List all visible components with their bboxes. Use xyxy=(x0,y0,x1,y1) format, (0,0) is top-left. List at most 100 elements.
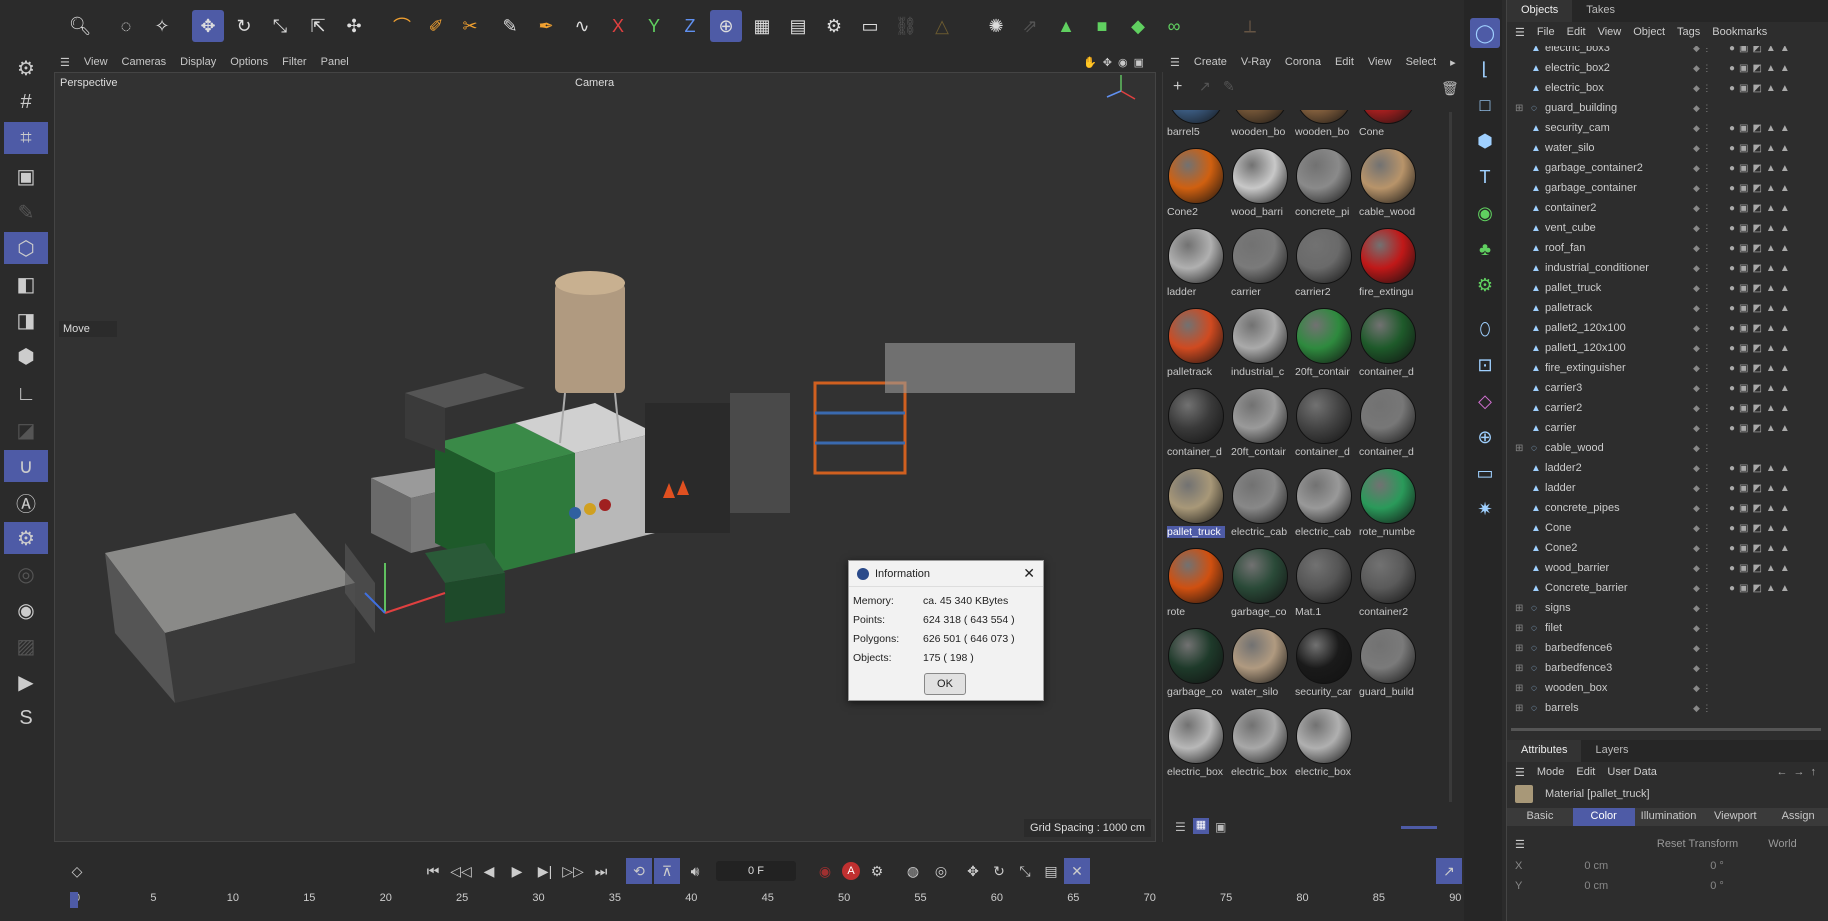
object-row[interactable]: ▲ security_cam ◆ ⋮ ●▣◩▲▲ xyxy=(1507,118,1828,138)
menu-vray[interactable]: V-Ray xyxy=(1241,56,1271,68)
object-row[interactable]: ▲ fire_extinguisher ◆ ⋮ ●▣◩▲▲ xyxy=(1507,358,1828,378)
transform-tool-icon[interactable]: ⇱ xyxy=(302,10,334,42)
subtab-assign[interactable]: Assign xyxy=(1768,808,1828,826)
material-tile[interactable]: electric_box xyxy=(1295,708,1353,788)
visibility-dots-icon[interactable]: ◆ ⋮ xyxy=(1693,343,1711,354)
material-tile[interactable]: container2 xyxy=(1359,548,1417,628)
3d-viewport[interactable]: Perspective Camera Move Grid Spacing : 1… xyxy=(54,72,1156,842)
object-row[interactable]: ▲ roof_fan ◆ ⋮ ●▣◩▲▲ xyxy=(1507,238,1828,258)
tags-icon[interactable]: ●▣◩▲▲ xyxy=(1729,243,1794,254)
horizontal-scrollbar[interactable] xyxy=(1511,728,1821,731)
visibility-dots-icon[interactable]: ◆ ⋮ xyxy=(1693,423,1711,434)
material-tile[interactable]: electric_box xyxy=(1231,708,1289,788)
grid-snap-icon[interactable]: ⌗ xyxy=(4,122,48,154)
tags-icon[interactable]: ●▣◩▲▲ xyxy=(1729,383,1794,394)
menu-edit[interactable]: Edit xyxy=(1335,56,1354,68)
script-icon[interactable]: S xyxy=(4,702,48,734)
material-tile[interactable]: Cone2 xyxy=(1167,148,1225,228)
edges-mode-icon[interactable]: ◨ xyxy=(4,304,48,336)
object-row[interactable]: ▲ Concrete_barrier ◆ ⋮ ●▣◩▲▲ xyxy=(1507,578,1828,598)
visibility-dots-icon[interactable]: ◆ ⋮ xyxy=(1693,63,1711,74)
material-tile[interactable]: container_d xyxy=(1359,388,1417,468)
spline-smooth-icon[interactable]: ∿ xyxy=(566,10,598,42)
material-tile[interactable]: Mat.1 xyxy=(1295,548,1353,628)
z-axis-icon[interactable]: Z xyxy=(674,10,706,42)
tags-icon[interactable]: ●▣◩▲▲ xyxy=(1729,523,1794,534)
tags-icon[interactable]: ●▣◩▲▲ xyxy=(1729,223,1794,234)
reset-transform-button[interactable]: Reset Transform xyxy=(1657,838,1738,850)
cloner-icon[interactable]: ♣ xyxy=(1470,234,1500,264)
visibility-dots-icon[interactable]: ◆ ⋮ xyxy=(1693,263,1711,274)
knife-tool-icon[interactable]: ✂ xyxy=(454,10,486,42)
subtab-basic[interactable]: Basic xyxy=(1507,808,1573,826)
warning-icon[interactable]: △ xyxy=(926,10,958,42)
material-tile[interactable]: rote_numbe xyxy=(1359,468,1417,548)
menu-view[interactable]: View xyxy=(1368,56,1392,68)
visibility-dots-icon[interactable]: ◆ ⋮ xyxy=(1693,243,1711,254)
object-row[interactable]: ▲ carrier ◆ ⋮ ●▣◩▲▲ xyxy=(1507,418,1828,438)
menu-corona[interactable]: Corona xyxy=(1285,56,1321,68)
render-picture-viewer-icon[interactable]: ▤ xyxy=(782,10,814,42)
square-icon[interactable]: □ xyxy=(1470,90,1500,120)
rotate-tool-icon[interactable]: ↻ xyxy=(228,10,260,42)
play-icon[interactable]: ▶ xyxy=(4,666,48,698)
render-view-icon[interactable]: ▦ xyxy=(746,10,778,42)
cube-outline-icon[interactable]: ◆ xyxy=(1122,10,1154,42)
effector-icon[interactable]: ⚙ xyxy=(1470,270,1500,300)
hamburger-icon[interactable]: ☰ xyxy=(1515,838,1525,851)
move-tool-icon[interactable]: ✥ xyxy=(192,10,224,42)
ok-button[interactable]: OK xyxy=(924,673,966,695)
scene-cube-icon[interactable]: ⊡ xyxy=(1470,350,1500,380)
grid-icon[interactable]: # xyxy=(4,86,48,118)
menu-filter[interactable]: Filter xyxy=(282,56,306,68)
object-row[interactable]: ▲ pallet_truck ◆ ⋮ ●▣◩▲▲ xyxy=(1507,278,1828,298)
null-object-icon[interactable]: ◯ xyxy=(1470,18,1500,48)
scale-tool-icon[interactable]: ⤡ xyxy=(264,10,296,42)
y-rotation-field[interactable]: 0 ° xyxy=(1710,880,1724,892)
material-tile[interactable]: 20ft_contair xyxy=(1231,388,1289,468)
visibility-dots-icon[interactable]: ◆ ⋮ xyxy=(1693,623,1711,634)
tags-icon[interactable]: ●▣◩▲▲ xyxy=(1729,343,1794,354)
subtab-color[interactable]: Color xyxy=(1572,808,1635,826)
material-tile[interactable]: wooden_bo xyxy=(1231,110,1289,148)
expand-icon[interactable]: ⊞ xyxy=(1515,663,1523,674)
brush-icon[interactable]: ✎ xyxy=(1223,78,1235,95)
tab-layers[interactable]: Layers xyxy=(1581,740,1642,762)
material-tile[interactable]: garbage_co xyxy=(1231,548,1289,628)
chevron-right-icon[interactable]: ▸ xyxy=(1450,56,1456,69)
object-row[interactable]: ▲ vent_cube ◆ ⋮ ●▣◩▲▲ xyxy=(1507,218,1828,238)
tags-icon[interactable]: ●▣◩▲▲ xyxy=(1729,143,1794,154)
text-icon[interactable]: T xyxy=(1470,162,1500,192)
visibility-dots-icon[interactable]: ◆ ⋮ xyxy=(1693,143,1711,154)
visibility-dots-icon[interactable]: ◆ ⋮ xyxy=(1693,503,1711,514)
visibility-dots-icon[interactable]: ◆ ⋮ xyxy=(1693,383,1711,394)
object-row[interactable]: ▲ water_silo ◆ ⋮ ●▣◩▲▲ xyxy=(1507,138,1828,158)
visibility-dots-icon[interactable]: ◆ ⋮ xyxy=(1693,443,1711,454)
tags-icon[interactable]: ●▣◩▲▲ xyxy=(1729,83,1794,94)
brush-icon[interactable]: ✎ xyxy=(494,10,526,42)
tab-attributes[interactable]: Attributes xyxy=(1507,740,1582,762)
object-row[interactable]: ▲ Cone ◆ ⋮ ●▣◩▲▲ xyxy=(1507,518,1828,538)
visibility-dots-icon[interactable]: ◆ ⋮ xyxy=(1693,403,1711,414)
hamburger-icon[interactable]: ☰ xyxy=(1170,56,1180,69)
object-row[interactable]: ▲ ladder2 ◆ ⋮ ●▣◩▲▲ xyxy=(1507,458,1828,478)
archive-icon[interactable]: ▭ xyxy=(854,10,886,42)
visibility-dots-icon[interactable]: ◆ ⋮ xyxy=(1693,123,1711,134)
tags-icon[interactable]: ●▣◩▲▲ xyxy=(1729,63,1794,74)
nav-arrows-icon[interactable]: ←→↑ xyxy=(1777,766,1823,778)
render-settings-icon[interactable]: ⚙ xyxy=(818,10,850,42)
live-selection-icon[interactable]: ◌ xyxy=(110,10,142,42)
visibility-dots-icon[interactable]: ◆ ⋮ xyxy=(1693,283,1711,294)
material-tile[interactable]: carrier2 xyxy=(1295,228,1353,308)
material-tile[interactable]: guard_build xyxy=(1359,628,1417,708)
material-tile[interactable]: electric_cab xyxy=(1231,468,1289,548)
visibility-dots-icon[interactable]: ◆ ⋮ xyxy=(1693,643,1711,654)
tags-icon[interactable]: ●▣◩▲▲ xyxy=(1729,463,1794,474)
add-icon[interactable]: + xyxy=(1173,78,1182,96)
object-row[interactable]: ⊞ ◌ signs ◆ ⋮ xyxy=(1507,598,1828,618)
material-tile[interactable]: 20ft_contair xyxy=(1295,308,1353,388)
menu-object[interactable]: Object xyxy=(1633,26,1665,38)
tags-icon[interactable]: ●▣◩▲▲ xyxy=(1729,203,1794,214)
material-tile[interactable]: concrete_pi xyxy=(1295,148,1353,228)
solo-icon[interactable]: ◎ xyxy=(4,558,48,590)
